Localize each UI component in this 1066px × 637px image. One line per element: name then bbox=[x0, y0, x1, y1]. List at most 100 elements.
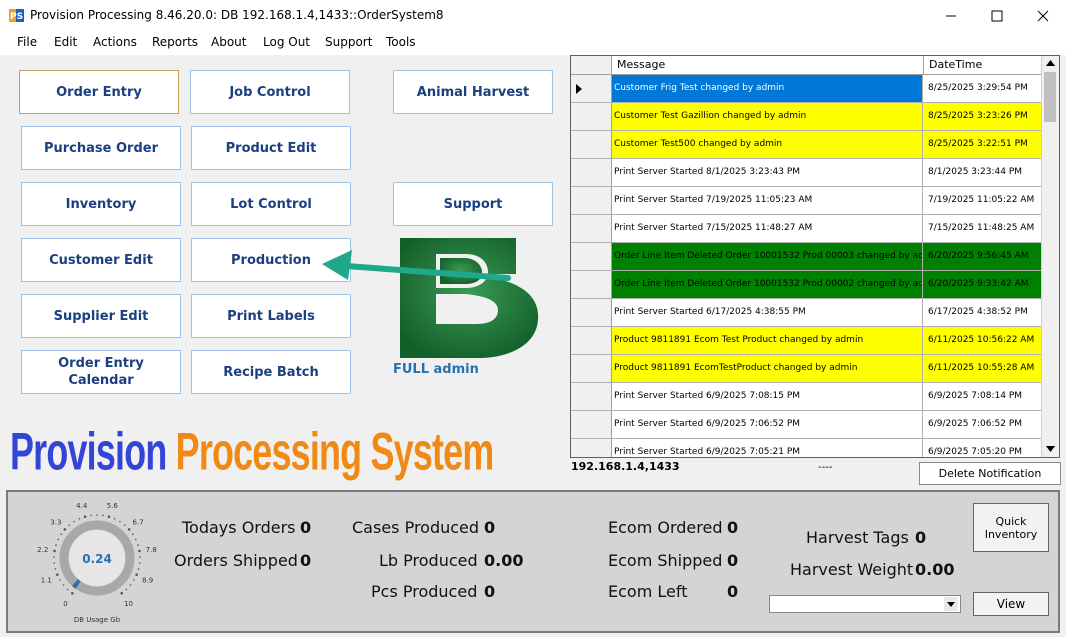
menu-file[interactable]: File bbox=[17, 35, 37, 49]
datetime-cell[interactable]: 6/11/2025 10:56:22 AM bbox=[923, 327, 1043, 354]
datetime-cell[interactable]: 6/9/2025 7:08:14 PM bbox=[923, 383, 1043, 410]
row-header[interactable] bbox=[571, 271, 612, 298]
table-row[interactable]: Print Server Started 7/19/2025 11:05:23 … bbox=[571, 187, 1043, 215]
customer-edit-button[interactable]: Customer Edit bbox=[21, 238, 181, 282]
scrollbar-thumb[interactable] bbox=[1044, 72, 1056, 122]
combo-dropdown-button[interactable] bbox=[944, 597, 958, 611]
datetime-cell[interactable]: 8/25/2025 3:29:54 PM bbox=[923, 75, 1043, 102]
notification-grid[interactable]: Message DateTime Customer Frig Test chan… bbox=[570, 55, 1060, 458]
row-header[interactable] bbox=[571, 131, 612, 158]
message-cell[interactable]: Print Server Started 7/19/2025 11:05:23 … bbox=[612, 187, 923, 214]
table-row[interactable]: Print Server Started 7/15/2025 11:48:27 … bbox=[571, 215, 1043, 243]
table-row[interactable]: Customer Frig Test changed by admin 8/25/… bbox=[571, 75, 1043, 103]
message-cell[interactable]: Order Line Item Deleted Order 10001532 P… bbox=[612, 271, 923, 298]
message-cell[interactable]: Product 9811891 Ecom Test Product change… bbox=[612, 327, 923, 354]
maximize-button[interactable] bbox=[974, 0, 1020, 31]
gauge-tick bbox=[96, 514, 98, 516]
gauge-tick bbox=[60, 533, 62, 535]
grid-vertical-scrollbar[interactable] bbox=[1041, 56, 1059, 457]
datetime-cell[interactable]: 8/1/2025 3:23:44 PM bbox=[923, 159, 1043, 186]
message-cell[interactable]: Customer Test Gazillion changed by admin bbox=[612, 103, 923, 130]
minimize-button[interactable] bbox=[928, 0, 974, 31]
gauge-tick bbox=[125, 588, 128, 591]
menu-about[interactable]: About bbox=[211, 35, 246, 49]
row-header[interactable] bbox=[571, 159, 612, 186]
row-header[interactable] bbox=[571, 215, 612, 242]
datetime-cell[interactable]: 6/11/2025 10:55:28 AM bbox=[923, 355, 1043, 382]
row-header[interactable] bbox=[571, 243, 612, 270]
message-cell[interactable]: Print Server Started 6/9/2025 7:08:15 PM bbox=[612, 383, 923, 410]
datetime-cell[interactable]: 7/15/2025 11:48:25 AM bbox=[923, 215, 1043, 242]
row-header[interactable] bbox=[571, 327, 612, 354]
table-row[interactable]: Order Line Item Deleted Order 10001532 P… bbox=[571, 243, 1043, 271]
menu-support[interactable]: Support bbox=[325, 35, 372, 49]
scroll-up-icon[interactable] bbox=[1046, 60, 1055, 66]
datetime-cell[interactable]: 7/19/2025 11:05:22 AM bbox=[923, 187, 1043, 214]
table-row[interactable]: Print Server Started 6/9/2025 7:08:15 PM… bbox=[571, 383, 1043, 411]
supplier-edit-button[interactable]: Supplier Edit bbox=[21, 294, 181, 338]
row-header[interactable] bbox=[571, 103, 612, 130]
harvest-combo[interactable] bbox=[769, 595, 961, 613]
close-button[interactable] bbox=[1020, 0, 1066, 31]
gauge-tick bbox=[63, 528, 67, 531]
table-row[interactable]: Product 9811891 Ecom Test Product change… bbox=[571, 327, 1043, 355]
menu-actions[interactable]: Actions bbox=[93, 35, 137, 49]
message-cell[interactable]: Customer Frig Test changed by admin bbox=[612, 75, 923, 102]
recipe-batch-button[interactable]: Recipe Batch bbox=[191, 350, 351, 394]
gauge-tick bbox=[107, 515, 111, 518]
menu-reports[interactable]: Reports bbox=[152, 35, 198, 49]
row-header[interactable] bbox=[571, 383, 612, 410]
menu-edit[interactable]: Edit bbox=[54, 35, 77, 49]
datetime-cell[interactable]: 6/17/2025 4:38:52 PM bbox=[923, 299, 1043, 326]
gauge-tick bbox=[123, 524, 126, 526]
message-cell[interactable]: Print Server Started 6/9/2025 7:05:21 PM bbox=[612, 439, 923, 457]
row-header[interactable] bbox=[571, 355, 612, 382]
row-header[interactable] bbox=[571, 299, 612, 326]
datetime-cell[interactable]: 6/20/2025 9:33:42 AM bbox=[923, 271, 1043, 298]
table-row[interactable]: Print Server Started 8/1/2025 3:23:43 PM… bbox=[571, 159, 1043, 187]
row-header[interactable] bbox=[571, 187, 612, 214]
table-row[interactable]: Print Server Started 6/9/2025 7:05:21 PM… bbox=[571, 439, 1043, 457]
quick-inventory-button[interactable]: Quick Inventory bbox=[973, 503, 1049, 552]
table-row[interactable]: Customer Test Gazillion changed by admin… bbox=[571, 103, 1043, 131]
table-row[interactable]: Customer Test500 changed by admin 8/25/20… bbox=[571, 131, 1043, 159]
product-edit-button[interactable]: Product Edit bbox=[191, 126, 351, 170]
menu-log-out[interactable]: Log Out bbox=[263, 35, 310, 49]
column-header-message[interactable]: Message bbox=[617, 58, 665, 71]
table-row[interactable]: Order Line Item Deleted Order 10001532 P… bbox=[571, 271, 1043, 299]
datetime-cell[interactable]: 8/25/2025 3:22:51 PM bbox=[923, 131, 1043, 158]
row-header[interactable] bbox=[571, 75, 612, 102]
message-cell[interactable]: Print Server Started 6/9/2025 7:06:52 PM bbox=[612, 411, 923, 438]
view-button[interactable]: View bbox=[973, 592, 1049, 616]
message-cell[interactable]: Product 9811891 EcomTestProduct changed … bbox=[612, 355, 923, 382]
order-entry-button[interactable]: Order Entry bbox=[19, 70, 179, 114]
table-row[interactable]: Product 9811891 EcomTestProduct changed … bbox=[571, 355, 1043, 383]
lot-control-button[interactable]: Lot Control bbox=[191, 182, 351, 226]
scroll-down-icon[interactable] bbox=[1046, 446, 1055, 452]
table-row[interactable]: Print Server Started 6/9/2025 7:06:52 PM… bbox=[571, 411, 1043, 439]
table-row[interactable]: Print Server Started 6/17/2025 4:38:55 P… bbox=[571, 299, 1043, 327]
print-labels-button[interactable]: Print Labels bbox=[191, 294, 351, 338]
message-cell[interactable]: Print Server Started 7/15/2025 11:48:27 … bbox=[612, 215, 923, 242]
column-header-datetime[interactable]: DateTime bbox=[929, 58, 982, 71]
menu-tools[interactable]: Tools bbox=[386, 35, 416, 49]
order-entry-calendar-button[interactable]: Order Entry Calendar bbox=[21, 350, 181, 394]
datetime-cell[interactable]: 6/20/2025 9:56:45 AM bbox=[923, 243, 1043, 270]
datetime-cell[interactable]: 8/25/2025 3:23:26 PM bbox=[923, 103, 1043, 130]
message-cell[interactable]: Print Server Started 6/17/2025 4:38:55 P… bbox=[612, 299, 923, 326]
message-cell[interactable]: Order Line Item Deleted Order 10001532 P… bbox=[612, 243, 923, 270]
purchase-order-button[interactable]: Purchase Order bbox=[21, 126, 181, 170]
datetime-cell[interactable]: 6/9/2025 7:06:52 PM bbox=[923, 411, 1043, 438]
message-cell[interactable]: Print Server Started 8/1/2025 3:23:43 PM bbox=[612, 159, 923, 186]
row-header[interactable] bbox=[571, 411, 612, 438]
message-cell[interactable]: Customer Test500 changed by admin bbox=[612, 131, 923, 158]
job-control-button[interactable]: Job Control bbox=[190, 70, 350, 114]
row-header[interactable] bbox=[571, 439, 612, 457]
pcs-produced-label: Pcs Produced bbox=[371, 582, 478, 601]
animal-harvest-button[interactable]: Animal Harvest bbox=[393, 70, 553, 114]
inventory-button[interactable]: Inventory bbox=[21, 182, 181, 226]
support-button[interactable]: Support bbox=[393, 182, 553, 226]
delete-notification-button[interactable]: Delete Notification bbox=[919, 462, 1061, 485]
ecom-shipped-label: Ecom Shipped bbox=[608, 551, 723, 570]
datetime-cell[interactable]: 6/9/2025 7:05:20 PM bbox=[923, 439, 1043, 457]
